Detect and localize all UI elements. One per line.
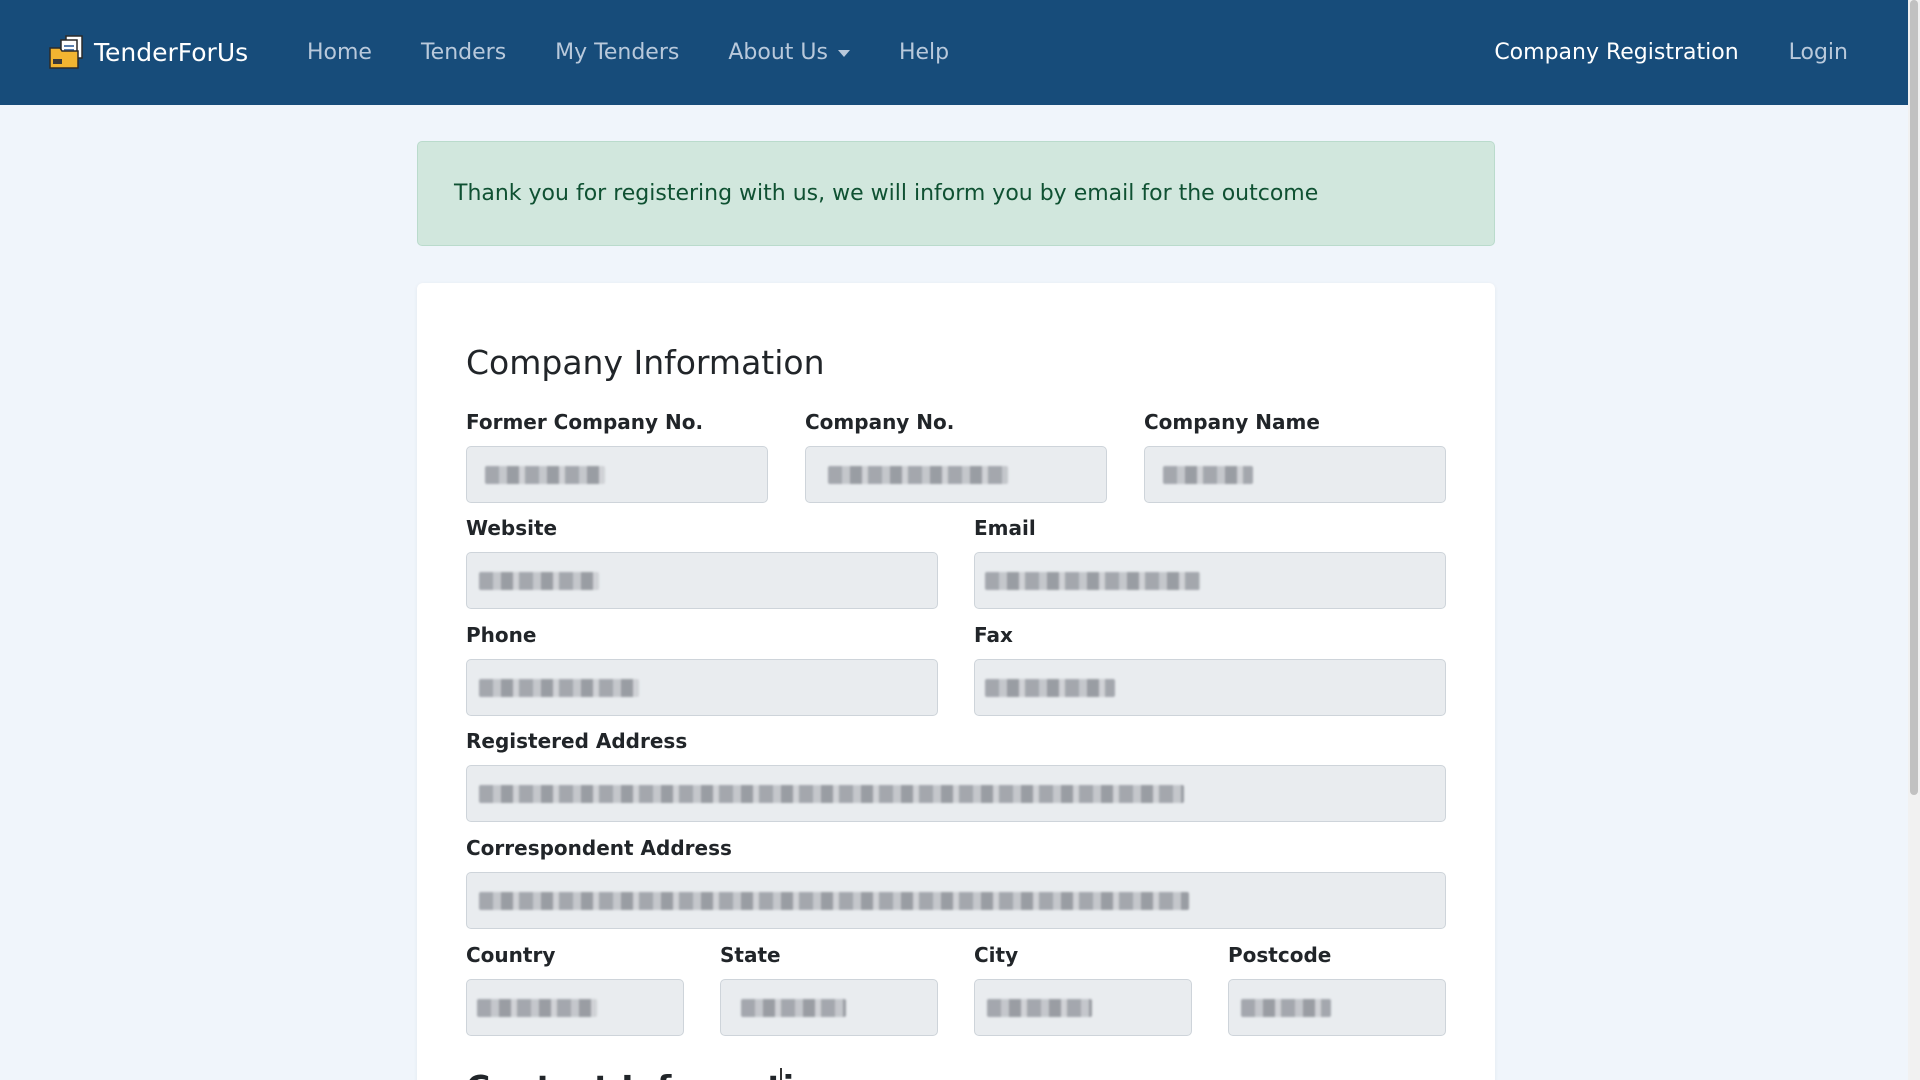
- company-no-input[interactable]: [805, 446, 1107, 503]
- correspondent-address-input[interactable]: [466, 872, 1446, 929]
- postcode-label: Postcode: [1228, 943, 1332, 967]
- navbar: TenderForUs Home Tenders My Tenders Abou…: [0, 0, 1908, 105]
- redacted-value: [741, 998, 846, 1017]
- email-input[interactable]: [974, 552, 1446, 609]
- scrollbar-thumb[interactable]: [1910, 0, 1918, 795]
- section-title-company: Company Information: [466, 343, 825, 382]
- success-alert: Thank you for registering with us, we wi…: [417, 141, 1495, 246]
- registered-address-label: Registered Address: [466, 729, 688, 753]
- folder-documents-icon: [48, 34, 86, 70]
- registered-address-group: Registered Address: [466, 729, 1446, 822]
- company-no-group: Company No.: [805, 410, 1107, 503]
- brand-name: TenderForUs: [94, 37, 249, 67]
- former-company-no-group: Former Company No.: [466, 410, 768, 503]
- correspondent-address-group: Correspondent Address: [466, 836, 1446, 929]
- redacted-value: [485, 465, 605, 484]
- city-label: City: [974, 943, 1019, 967]
- company-name-group: Company Name: [1144, 410, 1446, 503]
- registered-address-input[interactable]: [466, 765, 1446, 822]
- website-label: Website: [466, 516, 558, 540]
- nav-home[interactable]: Home: [307, 40, 372, 65]
- city-group: City: [974, 943, 1192, 1036]
- redacted-value: [479, 571, 599, 590]
- redacted-value: [479, 678, 639, 697]
- alert-message: Thank you for registering with us, we wi…: [454, 181, 1319, 206]
- main-nav: Home Tenders My Tenders About Us Help: [307, 0, 998, 105]
- redacted-value: [985, 678, 1115, 697]
- city-input[interactable]: [974, 979, 1192, 1036]
- former-company-no-label: Former Company No.: [466, 410, 704, 434]
- phone-label: Phone: [466, 623, 537, 647]
- company-name-label: Company Name: [1144, 410, 1320, 434]
- nav-about-dropdown[interactable]: About Us: [728, 40, 850, 65]
- redacted-value: [985, 571, 1200, 590]
- text-cursor: [780, 1068, 782, 1080]
- caret-down-icon: [837, 50, 850, 57]
- nav-login[interactable]: Login: [1789, 40, 1848, 65]
- redacted-value: [828, 465, 1008, 484]
- nav-help[interactable]: Help: [899, 40, 949, 65]
- phone-group: Phone: [466, 623, 938, 716]
- fax-label: Fax: [974, 623, 1013, 647]
- company-name-input[interactable]: [1144, 446, 1446, 503]
- redacted-value: [1241, 998, 1331, 1017]
- nav-tenders[interactable]: Tenders: [421, 40, 506, 65]
- country-label: Country: [466, 943, 556, 967]
- website-input[interactable]: [466, 552, 938, 609]
- correspondent-address-label: Correspondent Address: [466, 836, 732, 860]
- website-group: Website: [466, 516, 938, 609]
- redacted-value: [1163, 465, 1253, 484]
- country-group: Country: [466, 943, 684, 1036]
- state-label: State: [720, 943, 781, 967]
- email-group: Email: [974, 516, 1446, 609]
- nav-company-registration[interactable]: Company Registration: [1494, 40, 1738, 65]
- redacted-value: [479, 784, 1184, 803]
- country-input[interactable]: [466, 979, 684, 1036]
- nav-about-label: About Us: [728, 40, 828, 65]
- phone-input[interactable]: [466, 659, 938, 716]
- state-group: State: [720, 943, 938, 1036]
- company-information-card: Company Information Former Company No. C…: [417, 283, 1495, 1080]
- state-input[interactable]: [720, 979, 938, 1036]
- fax-input[interactable]: [974, 659, 1446, 716]
- nav-my-tenders[interactable]: My Tenders: [555, 40, 679, 65]
- redacted-value: [477, 998, 597, 1017]
- postcode-input[interactable]: [1228, 979, 1446, 1036]
- section-title-contact: Contact Information: [466, 1068, 840, 1080]
- redacted-value: [987, 998, 1092, 1017]
- postcode-group: Postcode: [1228, 943, 1446, 1036]
- email-label: Email: [974, 516, 1036, 540]
- brand-link[interactable]: TenderForUs: [48, 33, 248, 71]
- fax-group: Fax: [974, 623, 1446, 716]
- redacted-value: [479, 891, 1189, 910]
- page-scrollbar[interactable]: [1908, 0, 1920, 1080]
- company-no-label: Company No.: [805, 410, 955, 434]
- former-company-no-input[interactable]: [466, 446, 768, 503]
- nav-right: Company Registration Login: [1494, 0, 1848, 105]
